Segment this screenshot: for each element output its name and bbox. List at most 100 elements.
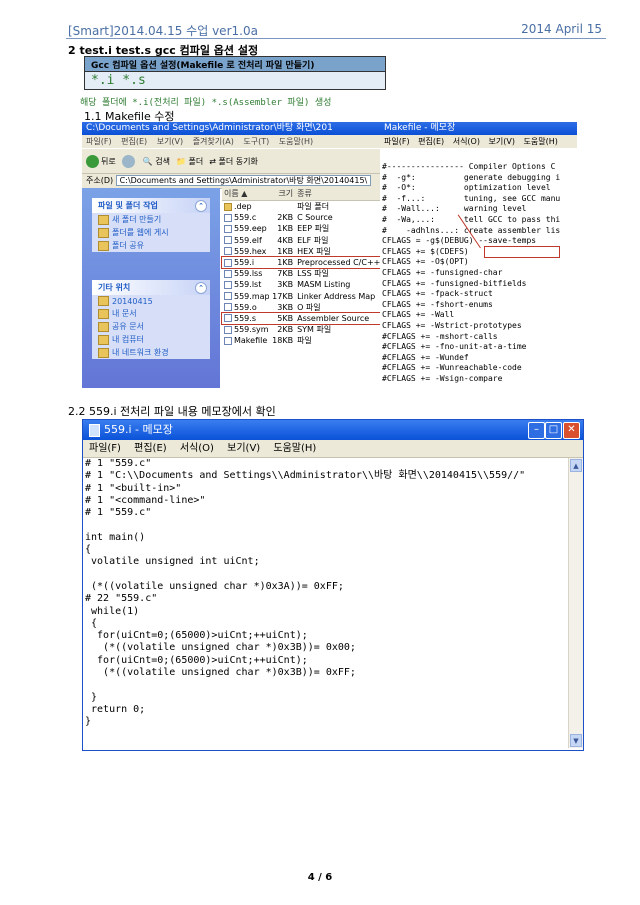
file-row[interactable]: 559.o 3KB O 파일 (222, 302, 380, 313)
explorer-menu-item[interactable]: 편집(E) (121, 137, 147, 146)
file-type: LSS 파일 (297, 269, 329, 279)
menu-file[interactable]: 파일(F) (89, 443, 121, 454)
file-name-text: 559.s (234, 313, 256, 323)
forward-arrow-icon[interactable] (121, 154, 135, 168)
file-size: 3KB (277, 302, 294, 312)
file-size: 7KB (277, 269, 294, 279)
file-row[interactable]: .dep 파일 폴더 (222, 201, 380, 212)
file-row[interactable]: 559.lst 3KB MASM Listing (222, 279, 380, 290)
file-type: Assembler Source (297, 313, 370, 323)
explorer-menu-item[interactable]: 보기(V) (157, 137, 183, 146)
file-size: 1KB (277, 246, 294, 256)
task-item-new-folder[interactable]: 새 폴더 만들기 (92, 213, 210, 226)
explorer-title[interactable]: C:\Documents and Settings\Administrator\… (82, 122, 380, 135)
file-type: Preprocessed C/C++ (297, 257, 380, 267)
tasks-header[interactable]: 파일 및 폴더 작업 ⌃ (92, 198, 210, 213)
file-row[interactable]: 559.i 1KB Preprocessed C/C++ (221, 255, 381, 270)
place-item[interactable]: 내 네트워크 환경 (92, 346, 210, 359)
column-header-size[interactable]: 크기 (269, 188, 297, 200)
task-item-publish-web[interactable]: 폴더를 웹에 게시 (92, 226, 210, 239)
vertical-scrollbar[interactable]: ▲ ▼ (568, 458, 583, 748)
notepad-menu-item[interactable]: 편집(E) (418, 137, 444, 146)
menu-format[interactable]: 서식(O) (180, 443, 214, 454)
save-temps-highlight (484, 246, 560, 258)
notepad-icon (89, 423, 100, 437)
folder-icon (98, 308, 109, 319)
file-row[interactable]: 559.elf 4KB ELF 파일 (222, 235, 380, 246)
file-icon (224, 224, 232, 233)
task-item-share-folder[interactable]: 폴더 공유 (92, 239, 210, 252)
scroll-up-icon[interactable]: ▲ (570, 459, 582, 472)
gcc-box-title: Gcc 컴파일 옵션 설정(Makefile 로 전처리 파일 만들기) (85, 57, 385, 72)
folder-icon (224, 202, 232, 211)
file-name-text: 559.hex (234, 246, 267, 256)
file-row[interactable]: 559.c 2KB C Source (222, 212, 380, 223)
file-size: 1KB (277, 224, 294, 234)
explorer-menubar: 파일(F) 편집(E) 보기(V) 즐겨찾기(A) 도구(T) 도움말(H) (82, 135, 380, 148)
explorer-window: C:\Documents and Settings\Administrator\… (82, 122, 381, 388)
network-icon (98, 347, 109, 358)
file-row[interactable]: 559.s 5KB Assembler Source (221, 311, 381, 326)
file-type: HEX 파일 (297, 246, 331, 256)
file-row[interactable]: Makefile 18KB 파일 (222, 335, 380, 346)
maximize-button[interactable]: □ (545, 422, 562, 439)
file-name: 559.lss (222, 268, 269, 279)
other-places: 기타 위치 ⌃ 20140415 내 문서 공유 문서 내 컴퓨터 내 네트워크 … (92, 280, 210, 359)
column-header-name[interactable]: 이름 ▲ (222, 188, 269, 200)
close-button[interactable]: ✕ (563, 422, 580, 439)
file-name-text: 559.o (234, 302, 257, 312)
file-size: 1KB (277, 257, 294, 267)
column-header-type[interactable]: 종류 (297, 188, 380, 200)
file-row[interactable]: 559.eep 1KB EEP 파일 (222, 223, 380, 234)
file-name: 559.eep (222, 223, 269, 234)
place-item[interactable]: 내 컴퓨터 (92, 333, 210, 346)
explorer-menu-item[interactable]: 도움말(H) (279, 137, 313, 146)
search-button[interactable]: 🔍 검색 (143, 156, 170, 167)
address-input[interactable]: C:\Documents and Settings\Administrator\… (115, 175, 372, 186)
notepad-menu-item[interactable]: 보기(V) (489, 137, 515, 146)
file-name-text: 559.sym (234, 325, 269, 335)
file-row[interactable]: 559.lss 7KB LSS 파일 (222, 268, 380, 279)
file-name: 559.c (222, 212, 269, 223)
collapse-chevron-icon[interactable]: ⌃ (195, 282, 207, 294)
places-header[interactable]: 기타 위치 ⌃ (92, 280, 210, 295)
file-icon (224, 258, 232, 267)
collapse-chevron-icon[interactable]: ⌃ (195, 200, 207, 212)
menu-view[interactable]: 보기(V) (227, 443, 260, 454)
gcc-option-box: Gcc 컴파일 옵션 설정(Makefile 로 전처리 파일 만들기) *.i… (84, 56, 386, 90)
place-item[interactable]: 20140415 (92, 295, 210, 307)
notepad-titlebar[interactable]: 559.i - 메모장 – □ ✕ (83, 420, 583, 440)
makefile-text[interactable]: #---------------- Compiler Options C # -… (382, 162, 572, 388)
menu-help[interactable]: 도움말(H) (273, 443, 316, 454)
folders-button[interactable]: 📁 폴더 (176, 156, 203, 167)
place-item[interactable]: 공유 문서 (92, 320, 210, 333)
file-row[interactable]: 559.map 17KB Linker Address Map (222, 291, 380, 302)
makefile-notepad-title[interactable]: Makefile - 메모장 (380, 122, 577, 135)
explorer-menu-item[interactable]: 즐겨찾기(A) (193, 137, 234, 146)
file-size: 17KB (272, 291, 294, 301)
file-type: Linker Address Map (297, 291, 376, 301)
file-name: 559.o (222, 302, 269, 313)
scroll-down-icon[interactable]: ▼ (570, 734, 582, 747)
notepad-menu-item[interactable]: 서식(O) (453, 137, 480, 146)
menu-edit[interactable]: 편집(E) (134, 443, 167, 454)
place-item[interactable]: 내 문서 (92, 307, 210, 320)
notepad-text-area[interactable]: # 1 "559.c" # 1 "C:\\Documents and Setti… (85, 458, 565, 748)
minimize-button[interactable]: – (528, 422, 545, 439)
file-type: 파일 (297, 336, 312, 346)
file-row[interactable]: 559.hex 1KB HEX 파일 (222, 246, 380, 257)
folder-icon (98, 296, 109, 306)
explorer-menu-item[interactable]: 도구(T) (243, 137, 269, 146)
back-button[interactable]: 뒤로 (86, 154, 116, 168)
notepad-menu-item[interactable]: 파일(F) (384, 137, 410, 146)
sync-button[interactable]: ⇄ 폴더 동기화 (209, 156, 258, 167)
file-size: 3KB (277, 280, 294, 290)
file-row[interactable]: 559.sym 2KB SYM 파일 (222, 324, 380, 335)
file-name: 559.hex (222, 246, 269, 257)
file-type: C Source (297, 213, 333, 223)
folder-icon (98, 321, 109, 332)
notepad-menu-item[interactable]: 도움말(H) (524, 137, 558, 146)
file-icon (224, 303, 232, 312)
file-name-text: 559.eep (234, 224, 267, 234)
explorer-menu-item[interactable]: 파일(F) (86, 137, 112, 146)
